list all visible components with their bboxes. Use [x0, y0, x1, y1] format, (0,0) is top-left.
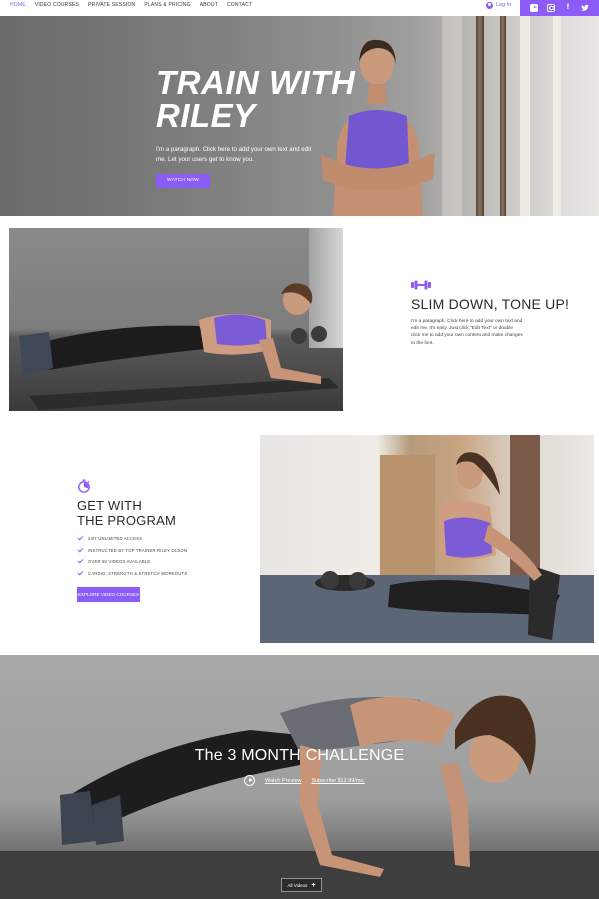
hero-title: TRAIN WITH RILEY	[156, 66, 356, 132]
hero-rope	[476, 16, 484, 216]
feature-label: CARDIO, STRENGTH & STRETCH WORKOUTS	[88, 570, 188, 576]
nav-about[interactable]: ABOUT	[200, 2, 218, 8]
list-item: OVER 50 VIDEOS AVAILABLE	[77, 556, 187, 568]
stretch-photo	[260, 435, 594, 643]
youtube-icon[interactable]	[530, 4, 539, 12]
slim-paragraph: I'm a paragraph. Click here to add your …	[411, 319, 523, 346]
check-icon	[77, 559, 84, 564]
watch-now-button[interactable]: WATCH NOW	[156, 174, 210, 188]
nav-links: HOME VIDEO COURSES PRIVATE SESSION PLANS…	[10, 0, 252, 10]
nav-video-courses[interactable]: VIDEO COURSES	[35, 2, 79, 8]
program-title-line2: THE PROGRAM	[77, 513, 176, 528]
twitter-icon[interactable]	[580, 4, 589, 12]
check-icon	[77, 571, 84, 576]
list-item: CARDIO, STRENGTH & STRETCH WORKOUTS	[77, 568, 187, 580]
instagram-icon[interactable]	[547, 4, 556, 12]
nav-contact[interactable]: CONTACT	[227, 2, 252, 8]
hero-window-frame	[520, 16, 530, 216]
program-title: GET WITH THE PROGRAM	[77, 498, 176, 528]
all-videos-button[interactable]: All Videos +	[281, 878, 322, 892]
check-icon	[77, 548, 84, 553]
stretch-figure	[260, 435, 594, 643]
user-avatar-icon	[486, 1, 493, 9]
hero-title-line1: TRAIN WITH	[156, 64, 356, 101]
explore-video-courses-button[interactable]: EXPLORE VIDEO COURSES	[77, 587, 140, 602]
subscribe-link[interactable]: Subscribe $12.99/mo.	[311, 778, 365, 784]
feature-label: OVER 50 VIDEOS AVAILABLE	[88, 559, 151, 565]
program-features: 24/7 UNLIMITED ACCESS INSTRUCTED BY TOP …	[77, 533, 187, 579]
watch-preview-link[interactable]: Watch Preview	[265, 778, 301, 784]
nav-plans-pricing[interactable]: PLANS & PRICING	[144, 2, 190, 8]
nav-home[interactable]: HOME	[10, 2, 26, 8]
hero-paragraph: I'm a paragraph. Click here to add your …	[156, 146, 312, 163]
check-icon	[77, 536, 84, 541]
all-videos-label: All Videos	[287, 882, 308, 888]
feature-label: 24/7 UNLIMITED ACCESS	[88, 536, 143, 542]
hero-title-line2: RILEY	[156, 97, 256, 134]
top-nav: HOME VIDEO COURSES PRIVATE SESSION PLANS…	[0, 0, 599, 16]
social-bar: f	[520, 0, 599, 16]
dumbbell-icon	[411, 280, 431, 290]
challenge-title: The 3 MONTH CHALLENGE	[194, 747, 405, 764]
facebook-icon[interactable]: f	[564, 4, 572, 12]
slim-title: SLIM DOWN, TONE UP!	[411, 296, 570, 312]
hero-section: TRAIN WITH RILEY I'm a paragraph. Click …	[0, 16, 599, 216]
nav-private-session[interactable]: PRIVATE SESSION	[88, 2, 135, 8]
challenge-links: Watch Preview Subscribe $12.99/mo.	[244, 775, 365, 786]
plus-icon: +	[311, 881, 316, 889]
hero-window-frame	[553, 16, 561, 216]
login-label: Log In	[496, 2, 512, 8]
stopwatch-icon	[78, 479, 90, 493]
hero-pillar	[442, 16, 462, 216]
play-icon[interactable]	[244, 775, 255, 786]
list-item: INSTRUCTED BY TOP TRAINER RILEY OLSON	[77, 545, 187, 557]
login-button[interactable]: Log In	[486, 0, 511, 10]
program-title-line1: GET WITH	[77, 498, 142, 513]
plank-figure	[19, 283, 339, 410]
plank-photo	[9, 228, 343, 411]
list-item: 24/7 UNLIMITED ACCESS	[77, 533, 187, 545]
hero-rope	[500, 16, 506, 216]
feature-label: INSTRUCTED BY TOP TRAINER RILEY OLSON	[88, 547, 188, 553]
